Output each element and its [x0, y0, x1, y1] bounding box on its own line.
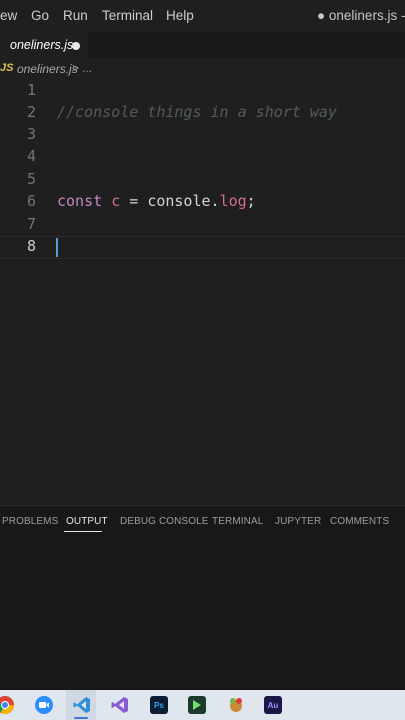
line-number: 6 [26, 192, 36, 210]
chrome-icon[interactable] [0, 696, 15, 715]
game-icon[interactable] [227, 696, 245, 714]
os-taskbar: Ps Au [0, 690, 405, 720]
code-line-3[interactable]: 3 [0, 124, 405, 147]
zoom-icon[interactable] [35, 696, 53, 714]
operator-assign: = [129, 192, 139, 210]
current-line-highlight [0, 236, 405, 259]
visual-studio-icon[interactable] [111, 696, 129, 714]
code-statement: const c = console.log; [57, 192, 256, 210]
method-log: log [219, 192, 247, 210]
code-line-1[interactable]: 1 [0, 80, 405, 103]
variable-c: c [111, 192, 121, 210]
line-number: 3 [26, 125, 36, 143]
line-number: 8 [26, 237, 36, 255]
breadcrumb-separator-icon: > [72, 61, 80, 75]
bottom-panel: PROBLEMS OUTPUT DEBUG CONSOLE TERMINAL J… [0, 506, 405, 690]
bluestacks-icon[interactable] [188, 696, 206, 714]
audition-icon[interactable]: Au [264, 696, 282, 714]
code-line-4[interactable]: 4 [0, 146, 405, 169]
tab-debug-console[interactable]: DEBUG CONSOLE [120, 516, 209, 527]
menu-view[interactable]: ew [0, 8, 17, 23]
unsaved-dot-icon[interactable] [72, 42, 80, 50]
breadcrumb-more[interactable]: ... [82, 61, 92, 75]
vscode-icon[interactable] [73, 696, 91, 714]
menu-go[interactable]: Go [31, 8, 49, 23]
code-line-7[interactable]: 7 [0, 214, 405, 237]
tab-problems[interactable]: PROBLEMS [2, 516, 58, 527]
js-file-icon: JS [0, 62, 14, 74]
line-number: 2 [26, 103, 36, 121]
semicolon: ; [246, 192, 256, 210]
tab-output[interactable]: OUTPUT [66, 516, 108, 527]
tab-label: oneliners.js [10, 38, 74, 52]
menu-terminal[interactable]: Terminal [102, 8, 153, 23]
line-number: 4 [26, 147, 36, 165]
code-line-8[interactable]: 8 [0, 236, 405, 259]
menu-help[interactable]: Help [166, 8, 194, 23]
code-line-5[interactable]: 5 [0, 169, 405, 192]
code-comment: //console things in a short way [57, 103, 337, 121]
code-line-6[interactable]: 6 const c = console.log; [0, 191, 405, 214]
menu-bar: ew Go Run Terminal Help ● oneliners.js -… [0, 0, 405, 32]
line-number: 7 [26, 215, 36, 233]
code-editor[interactable]: 1 2 //console things in a short way 3 4 … [0, 80, 405, 505]
active-app-indicator [74, 717, 88, 719]
window-title: ● oneliners.js - o [317, 8, 405, 23]
code-line-2[interactable]: 2 //console things in a short way [0, 102, 405, 125]
identifier-console: console. [147, 192, 220, 210]
editor-tab-bar: oneliners.js [0, 32, 405, 58]
breadcrumb: JS oneliners.js > ... [0, 58, 405, 80]
text-cursor [56, 238, 58, 257]
active-tab-indicator [64, 531, 102, 532]
menu-run[interactable]: Run [63, 8, 88, 23]
tab-jupyter[interactable]: JUPYTER [275, 516, 321, 527]
keyword-const: const [57, 192, 103, 210]
line-number: 5 [26, 170, 36, 188]
tab-terminal[interactable]: TERMINAL [212, 516, 263, 527]
tab-comments[interactable]: COMMENTS [330, 516, 389, 527]
line-number: 1 [26, 81, 36, 99]
tab-oneliners[interactable]: oneliners.js [0, 32, 88, 58]
breadcrumb-file[interactable]: oneliners.js [17, 62, 78, 76]
photoshop-icon[interactable]: Ps [150, 696, 168, 714]
